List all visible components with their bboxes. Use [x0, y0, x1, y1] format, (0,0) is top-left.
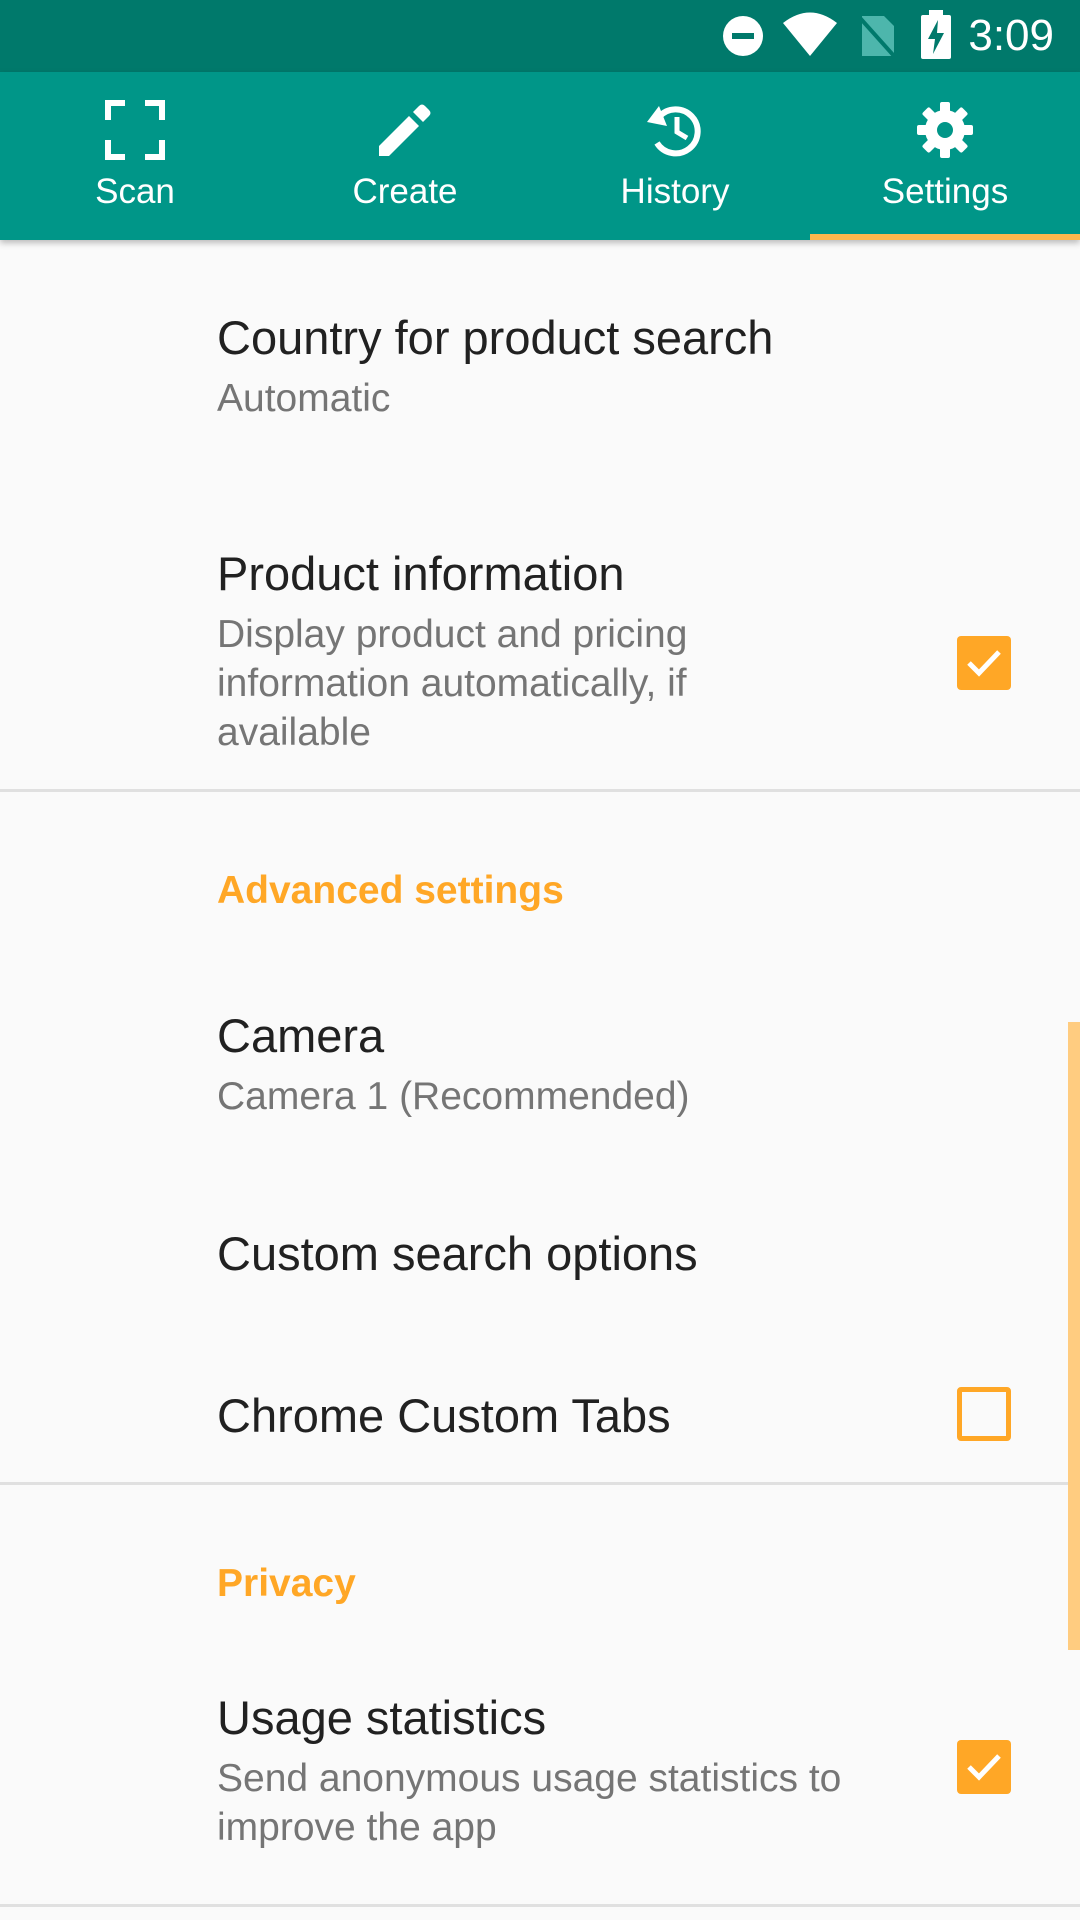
pencil-icon	[379, 104, 431, 156]
divider	[0, 1904, 1080, 1907]
setting-title: Usage statistics	[217, 1691, 547, 1744]
scrollbar[interactable]	[1068, 1022, 1080, 1650]
checkmark-icon	[967, 1754, 1001, 1781]
setting-summary: Display product and pricing information …	[217, 613, 688, 754]
tab-label-history: History	[620, 172, 730, 211]
setting-summary: Send anonymous usage statistics to impro…	[217, 1757, 842, 1849]
divider	[0, 1482, 1080, 1485]
tab-label-scan: Scan	[95, 172, 175, 211]
setting-title: Chrome Custom Tabs	[217, 1389, 671, 1442]
setting-usage-statistics[interactable]: Usage statistics Send anonymous usage st…	[0, 1644, 1080, 1920]
section-header-advanced: Advanced settings	[217, 869, 564, 912]
setting-title: Product information	[217, 547, 625, 600]
tab-scan[interactable]: Scan	[0, 72, 270, 240]
setting-title: Custom search options	[217, 1227, 698, 1280]
section-header-privacy: Privacy	[217, 1562, 356, 1605]
tab-bar: Scan Create History Settings	[0, 72, 1080, 240]
wifi-icon	[783, 12, 837, 56]
tab-label-create: Create	[352, 172, 458, 211]
setting-title: Country for product search	[217, 311, 774, 364]
divider	[0, 789, 1080, 792]
status-time: 3:09	[968, 11, 1054, 60]
tab-settings[interactable]: Settings	[810, 72, 1080, 240]
tab-label-settings: Settings	[881, 172, 1009, 211]
do-not-disturb-icon	[723, 16, 763, 56]
settings-list: Country for product search Automatic Pro…	[0, 240, 1080, 1920]
scan-icon	[105, 100, 165, 160]
setting-country[interactable]: Country for product search Automatic	[0, 240, 1080, 448]
checkmark-icon	[967, 650, 1001, 677]
setting-custom-search-options[interactable]: Custom search options	[0, 1174, 1080, 1334]
battery-charging-icon	[921, 10, 951, 59]
history-icon	[647, 106, 701, 157]
setting-product-information[interactable]: Product information Display product and …	[0, 448, 1080, 790]
product-information-checkbox[interactable]	[957, 636, 1011, 690]
setting-summary: Automatic	[217, 377, 391, 420]
setting-summary: Camera 1 (Recommended)	[217, 1075, 690, 1118]
tab-create[interactable]: Create	[270, 72, 540, 240]
setting-title: Camera	[217, 1009, 385, 1062]
no-sim-icon	[858, 16, 896, 58]
gear-icon	[917, 102, 973, 158]
setting-camera[interactable]: Camera Camera 1 (Recommended)	[0, 956, 1080, 1174]
status-bar: 3:09	[0, 0, 1080, 72]
tab-history[interactable]: History	[540, 72, 810, 240]
setting-chrome-custom-tabs[interactable]: Chrome Custom Tabs	[0, 1334, 1080, 1484]
usage-statistics-checkbox[interactable]	[957, 1740, 1011, 1794]
chrome-custom-tabs-checkbox[interactable]	[957, 1387, 1011, 1441]
tab-indicator	[810, 234, 1080, 240]
